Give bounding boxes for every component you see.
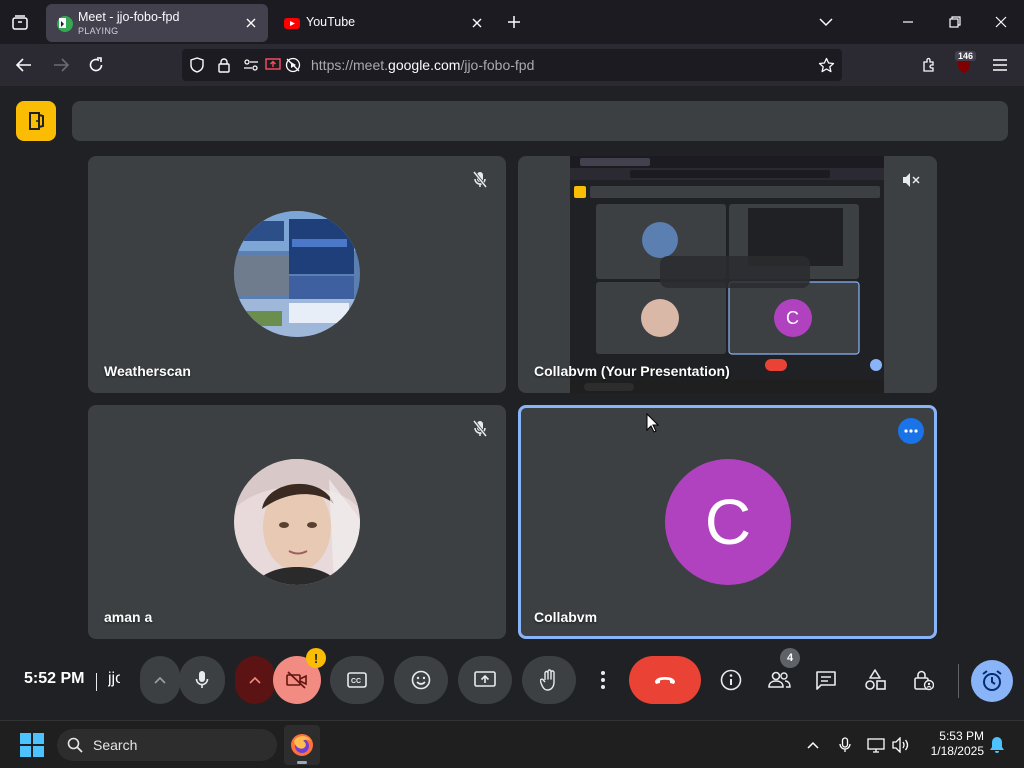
raise-hand-button[interactable]: [522, 656, 576, 704]
list-all-tabs-chevron-icon[interactable]: [814, 10, 838, 34]
bookmark-star-icon[interactable]: [817, 56, 835, 74]
firefox-taskbar-icon[interactable]: [284, 725, 320, 765]
meet-control-bar: 5:52 PM jjo-fobo-fpd ! CC: [0, 646, 1024, 720]
meet-favicon-icon: [56, 15, 73, 32]
taskbar-time: 5:53 PM: [939, 729, 984, 743]
participant-tile-weatherscan[interactable]: Weatherscan: [88, 156, 506, 393]
divider: [958, 664, 959, 698]
minimize-icon[interactable]: [894, 8, 922, 36]
aman-avatar: [234, 459, 360, 585]
browser-navigation-bar: https://meet.google.com/jjo-fobo-fpd 146: [0, 44, 1024, 86]
emoji-reactions-button[interactable]: [394, 656, 448, 704]
tab-title: YouTube: [306, 15, 356, 29]
more-options-icon[interactable]: [898, 418, 924, 444]
mic-off-icon: [468, 417, 492, 441]
search-label: Search: [93, 737, 138, 753]
volume-icon[interactable]: [891, 735, 911, 755]
volume-off-icon: [899, 168, 923, 192]
mouse-cursor-icon: [646, 413, 660, 433]
extensions-puzzle-icon[interactable]: [916, 52, 942, 78]
participant-name: aman a: [104, 609, 153, 625]
video-options-chevron-icon[interactable]: [235, 656, 275, 704]
camera-warning-badge[interactable]: !: [306, 648, 326, 668]
timer-alarm-icon[interactable]: [971, 660, 1013, 702]
autoplay-blocked-icon[interactable]: [284, 56, 302, 74]
meet-page: Weatherscan C Collabvm (Your Presentatio…: [0, 86, 1024, 720]
taskbar-search-box[interactable]: Search: [57, 729, 277, 761]
close-tab-icon[interactable]: [468, 14, 486, 32]
preview-initial: C: [786, 308, 799, 328]
close-tab-icon[interactable]: [242, 14, 260, 32]
extension-count-badge: 146: [955, 51, 977, 61]
browser-tab-strip: Meet - jjo-fobo-fpd PLAYING YouTube: [0, 0, 1024, 44]
new-tab-plus-icon[interactable]: [502, 10, 526, 34]
meeting-info-bar: [72, 101, 1008, 141]
collabvm-avatar: C: [665, 459, 791, 585]
show-hidden-icons-chevron-icon[interactable]: [803, 735, 823, 755]
meeting-details-info-icon[interactable]: [711, 656, 751, 704]
windows-start-icon[interactable]: [20, 733, 44, 757]
screen-share-preview: C: [570, 156, 884, 393]
microphone-button[interactable]: [179, 656, 225, 704]
activities-shapes-icon[interactable]: [855, 656, 895, 704]
youtube-favicon-icon: [284, 15, 300, 31]
divider: [96, 673, 97, 691]
tab-overview-icon[interactable]: [8, 10, 32, 34]
present-screen-button[interactable]: [458, 656, 512, 704]
restore-icon[interactable]: [941, 8, 969, 36]
tab-title: Meet - jjo-fobo-fpd: [78, 10, 180, 24]
meeting-code: jjo-fobo-fpd: [108, 670, 120, 687]
screen-sharing-icon[interactable]: [264, 56, 282, 74]
avatar-initial: C: [704, 486, 752, 558]
network-icon[interactable]: [866, 735, 886, 755]
back-arrow-icon[interactable]: [11, 52, 37, 78]
participant-tile-presentation[interactable]: C Collabvm (Your Presentation): [518, 156, 937, 393]
more-options-vertical-icon[interactable]: [583, 656, 623, 704]
tracking-protection-shield-icon[interactable]: [188, 56, 206, 74]
mic-off-icon: [468, 168, 492, 192]
url-text: https://meet.google.com/jjo-fobo-fpd: [311, 57, 535, 73]
windows-taskbar: Search 5:53 PM 1/18/2025: [0, 720, 1024, 768]
participant-name: Collabvm (Your Presentation): [534, 363, 730, 379]
host-controls-lock-icon[interactable]: [904, 656, 944, 704]
microphone-in-use-icon[interactable]: [835, 735, 855, 755]
participant-name: Weatherscan: [104, 363, 191, 379]
taskbar-date: 1/18/2025: [930, 744, 984, 758]
svg-text:CC: CC: [351, 678, 361, 685]
reload-icon[interactable]: [83, 52, 109, 78]
participant-tile-collabvm[interactable]: C Collabvm: [518, 405, 937, 639]
people-count-badge: 4: [780, 648, 800, 668]
weatherscan-avatar: [234, 211, 360, 337]
hamburger-menu-icon[interactable]: [987, 52, 1013, 78]
captions-button[interactable]: CC: [330, 656, 384, 704]
taskbar-clock[interactable]: 5:53 PM 1/18/2025: [922, 729, 984, 759]
participant-name: Collabvm: [534, 609, 598, 625]
permissions-icon[interactable]: [242, 56, 260, 74]
meeting-clock: 5:52 PM: [24, 670, 85, 687]
audio-options-chevron-icon[interactable]: [140, 656, 180, 704]
address-bar[interactable]: https://meet.google.com/jjo-fobo-fpd: [182, 49, 842, 81]
leave-call-button[interactable]: [629, 656, 701, 704]
participant-tile-aman[interactable]: aman a: [88, 405, 506, 639]
close-window-icon[interactable]: [987, 8, 1015, 36]
tab-meet[interactable]: Meet - jjo-fobo-fpd PLAYING: [46, 4, 268, 42]
tab-playing-label: PLAYING: [78, 26, 119, 36]
meet-exit-door-icon[interactable]: [16, 101, 56, 141]
lock-icon[interactable]: [215, 56, 233, 74]
forward-arrow-icon[interactable]: [48, 52, 74, 78]
chat-icon[interactable]: [806, 656, 846, 704]
notification-bell-icon[interactable]: [987, 735, 1007, 755]
search-icon: [67, 737, 83, 753]
tab-youtube[interactable]: YouTube: [274, 4, 494, 42]
